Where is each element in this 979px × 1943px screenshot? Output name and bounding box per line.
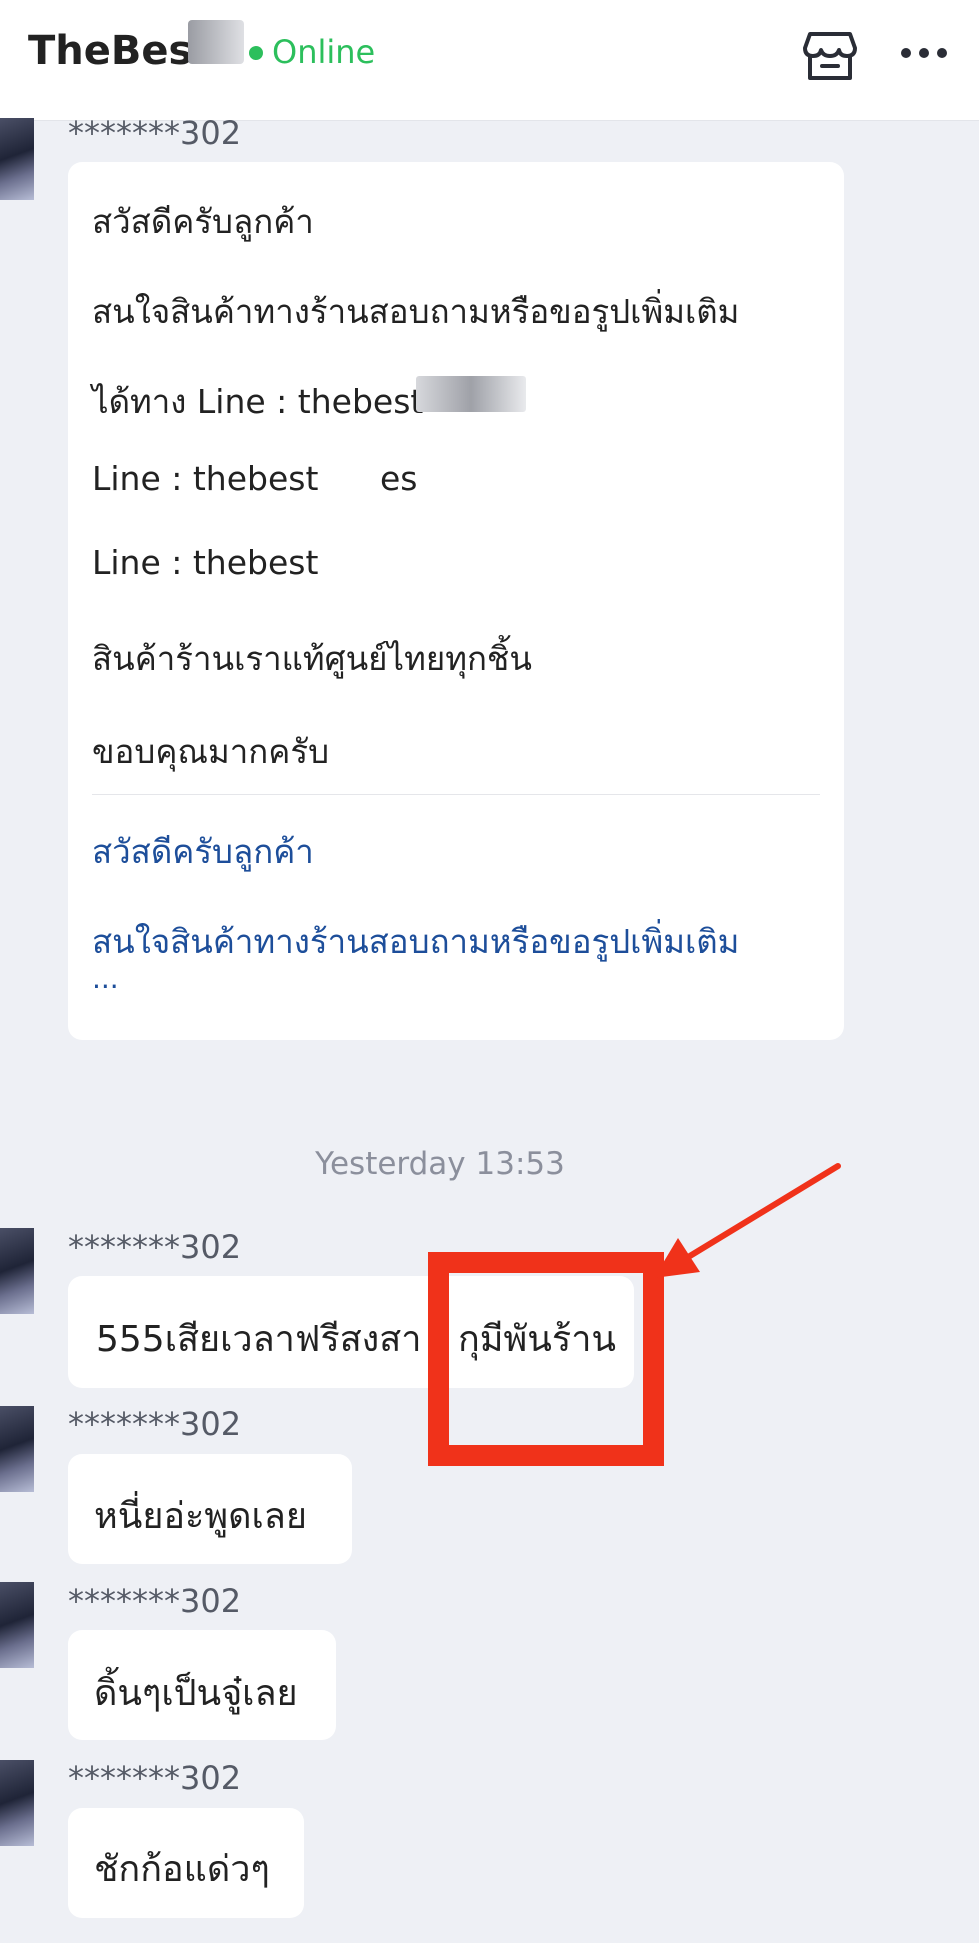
message-line: Line : thebest	[92, 459, 319, 498]
quoted-more[interactable]: ...	[92, 962, 119, 995]
message-line: สนใจสินค้าทางร้านสอบถามหรือขอรูปเพิ่มเติ…	[92, 292, 740, 331]
quoted-link[interactable]: สนใจสินค้าทางร้านสอบถามหรือขอรูปเพิ่มเติ…	[92, 915, 739, 968]
annotation-arrow-icon	[654, 1163, 841, 1278]
message-text: ชักก้อแด่วๆ	[94, 1849, 270, 1890]
avatar[interactable]	[0, 1582, 34, 1668]
online-indicator-icon	[249, 46, 263, 60]
sender-name: *******302	[68, 1759, 242, 1797]
message-text: 555เสียเวลาฟรีสงสา	[96, 1319, 422, 1360]
redacted-title-part	[188, 20, 244, 64]
online-status: Online	[272, 33, 376, 71]
chat-header: TheBes Online	[0, 0, 979, 121]
message-line-suffix: es	[380, 459, 418, 498]
more-options-icon[interactable]	[896, 38, 952, 68]
avatar[interactable]	[0, 1406, 34, 1492]
sender-name: *******302	[68, 1405, 242, 1443]
message-text: หนี่ยอ่ะพูดเลย	[94, 1496, 307, 1537]
sender-name: *******302	[68, 114, 242, 152]
sender-name: *******302	[68, 1582, 242, 1620]
annotation-box	[428, 1252, 664, 1466]
store-icon[interactable]	[800, 26, 860, 86]
avatar[interactable]	[0, 1228, 34, 1314]
quoted-link[interactable]: สวัสดีครับลูกค้า	[92, 825, 314, 878]
message-text: ดิ้นๆเป็นจู๋เลย	[94, 1673, 298, 1714]
message-line: ขอบคุณมากครับ	[92, 732, 330, 771]
message-line: ได้ทาง Line : thebest	[92, 382, 424, 421]
message-line: Line : thebest	[92, 543, 319, 582]
avatar[interactable]	[0, 118, 34, 200]
sender-name: *******302	[68, 1228, 242, 1266]
avatar[interactable]	[0, 1760, 34, 1846]
message-line: สวัสดีครับลูกค้า	[92, 202, 314, 241]
message-line: สินค้าร้านเราแท้ศูนย์ไทยทุกชิ้น	[92, 639, 532, 678]
chat-title[interactable]: TheBes	[28, 28, 192, 74]
redacted-text	[416, 376, 526, 412]
divider	[92, 794, 820, 795]
